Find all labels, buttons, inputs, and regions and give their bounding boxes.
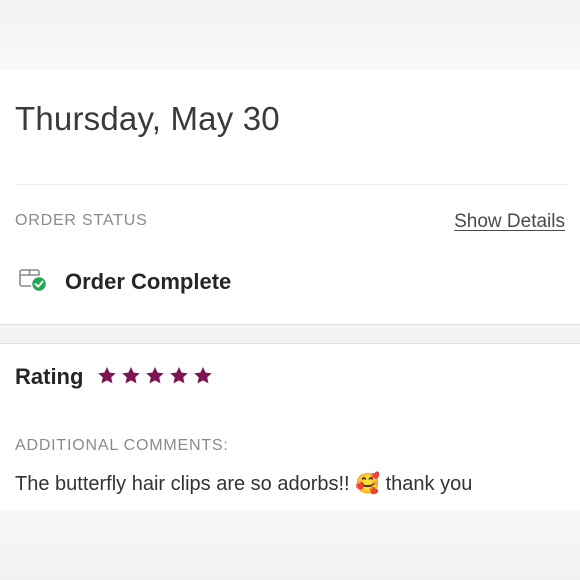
order-status-text: Order Complete [65, 269, 232, 294]
package-check-icon [18, 266, 50, 294]
star-icon [146, 367, 164, 384]
order-card: Thursday, May 30 ORDER STATUS Show Detai… [0, 70, 580, 324]
additional-comments-label: ADDITIONAL COMMENTS: [15, 437, 229, 454]
rating-label: Rating [15, 364, 84, 389]
star-icon [98, 367, 116, 384]
review-card: Rating ADDITIONAL COMMENTS: The butterfl… [0, 344, 580, 510]
comment-text: The butterfly hair clips are so adorbs!!… [15, 473, 473, 495]
bottom-blurred-area [0, 510, 580, 580]
rating-stars [96, 365, 214, 387]
divider [15, 184, 567, 185]
order-date: Thursday, May 30 [15, 100, 280, 137]
star-icon [170, 367, 188, 384]
star-icon [194, 367, 212, 384]
show-details-link[interactable]: Show Details [454, 211, 565, 233]
section-separator [0, 324, 580, 344]
top-blurred-area [0, 0, 580, 70]
star-icon [122, 367, 140, 384]
order-status-label: ORDER STATUS [15, 212, 148, 229]
